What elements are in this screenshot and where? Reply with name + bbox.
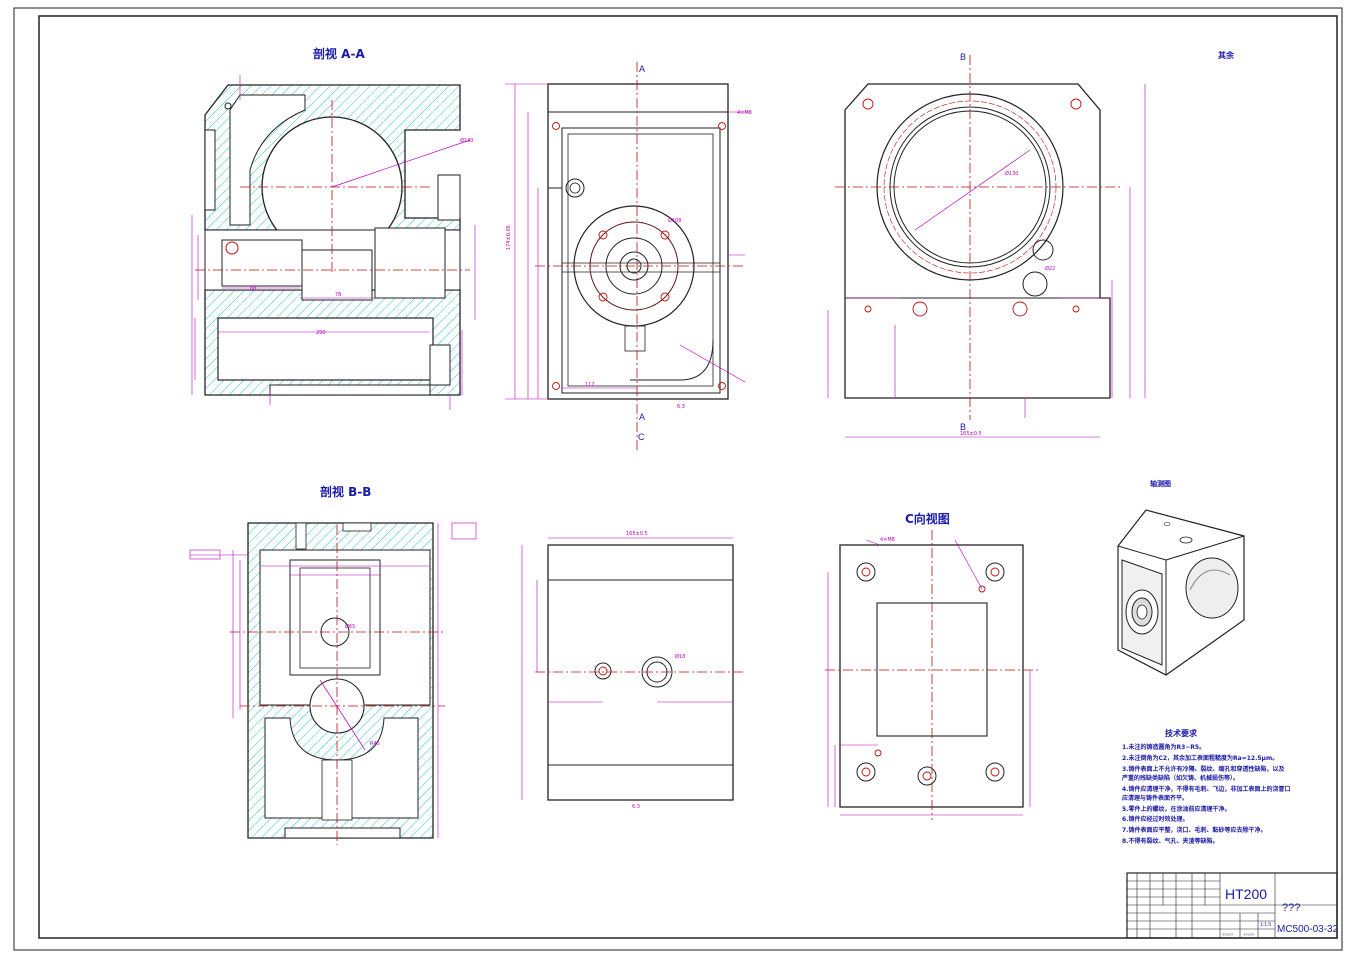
bottom-hole-dim: Ø18	[675, 653, 685, 660]
tech-item: 8.不得有裂纹、气孔、夹渣等缺陷。	[1122, 837, 1218, 845]
tech-requirements: 技术要求 1.未注的铸造圆角为R3~R5。 2.未注倒角为C2，其余加工表面粗糙…	[1121, 728, 1290, 845]
pcd-dim: Ø108	[668, 217, 681, 224]
front-height-dim: 174±0.05	[506, 225, 512, 250]
front-hole-dim: 4×M8	[737, 110, 752, 116]
front-roughness-dim: 6.3	[677, 404, 685, 410]
title-block: HT200 ??? MC500-03-32 1:1.5 ????? ?????	[1126, 872, 1339, 939]
drawing-sheet: 剖视 A-A 290 88 78 Ø130 A A C 174±0.05 112…	[13, 7, 1343, 951]
tech-item: 1.未注的铸造圆角为R3~R5。	[1122, 743, 1205, 751]
svg-text:290: 290	[316, 330, 326, 336]
tech-item: 5.零件上的螺纹，在涂油前应清理干净。	[1122, 805, 1230, 813]
isometric-view: 轴测图	[1117, 479, 1245, 676]
side-outline	[844, 83, 1111, 399]
drawing-number: MC500-03-32	[1277, 924, 1339, 935]
side-width-dim: 165±0.5	[960, 431, 982, 437]
svg-text:112: 112	[585, 382, 595, 388]
tech-item: 2.未注倒角为C2，其余加工表面粗糙度为Ra=12.5μm。	[1122, 754, 1278, 762]
bore-dim-aa: Ø130	[460, 137, 473, 144]
c-view-title: C向视图	[905, 511, 950, 526]
signature-2: ?????	[1243, 932, 1255, 937]
tech-item: 严重的残缺类缺陷（如欠铸、机械损伤等）。	[1121, 774, 1239, 782]
side-hole-dim: Ø22	[1045, 265, 1055, 272]
c-hole-dim: 4×M8	[880, 537, 895, 543]
tech-title: 技术要求	[1165, 728, 1198, 738]
marker-c: C	[638, 432, 645, 442]
c-view: C向视图 4×M8	[825, 511, 1040, 820]
tech-item: 6.铸件应经过时效处理。	[1122, 815, 1188, 823]
svg-text:88: 88	[250, 286, 256, 292]
material: HT200	[1225, 886, 1267, 902]
tech-item: 3.铸件表面上不允许有冷隔、裂纹、缩孔和穿透性缺陷，以及	[1122, 765, 1284, 773]
section-bb-view: 剖视 B-B Ø65 R45	[189, 484, 477, 845]
marker-a-bottom: A	[639, 412, 645, 422]
bottom-outline	[547, 544, 734, 801]
svg-text:78: 78	[335, 292, 341, 298]
front-view: A A C 174±0.05 112 4×M8 6.3 Ø108	[505, 62, 752, 450]
signature-1: ?????	[1222, 932, 1234, 937]
section-aa-view: 剖视 A-A 290 88 78 Ø130	[191, 46, 476, 410]
part-name: ???	[1282, 902, 1300, 914]
svg-text:R45: R45	[370, 741, 380, 747]
section-aa-title: 剖视 A-A	[313, 46, 365, 61]
bottom-width-dim: 165±0.5	[626, 531, 648, 537]
side-view-b: B B 其余 165±0.5 Ø130 Ø22	[827, 50, 1235, 438]
scale: 1:1.5	[1260, 922, 1271, 928]
bottom-roughness-dim: 6.3	[632, 804, 640, 810]
marker-b-top: B	[960, 52, 966, 62]
front-outline	[547, 83, 729, 400]
side-bore-dim: Ø130	[1005, 170, 1018, 177]
tech-item: 7.铸件表面应平整，浇口、毛刺、黏砂等应去除干净。	[1122, 826, 1266, 834]
section-bb-title: 剖视 B-B	[320, 484, 371, 499]
iso-title: 轴测图	[1150, 479, 1171, 488]
tech-item: 应清理与铸件表面齐平。	[1122, 794, 1188, 802]
roughness-rest: 其余	[1218, 50, 1235, 60]
svg-text:Ø65: Ø65	[345, 623, 355, 630]
bottom-view: 165±0.5 Ø18 6.3	[521, 531, 745, 810]
tech-item: 4.铸件应清理干净，不得有毛刺、飞边，非加工表面上的浇冒口	[1122, 785, 1290, 793]
marker-a-top: A	[639, 64, 645, 74]
